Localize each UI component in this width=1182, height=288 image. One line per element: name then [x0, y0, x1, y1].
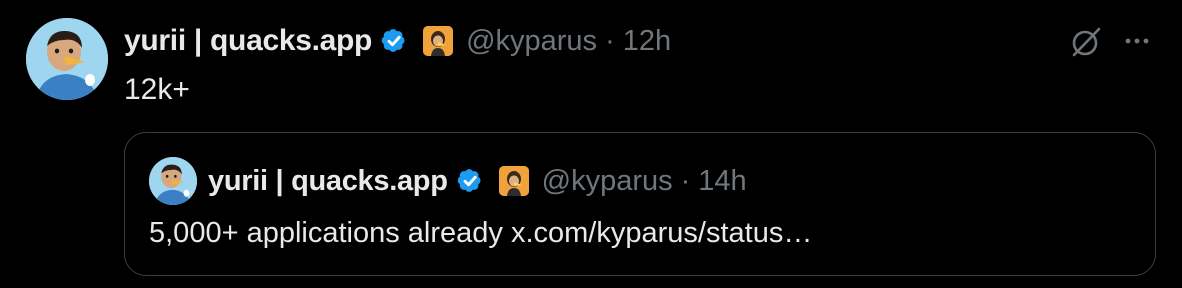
author-handle[interactable]: @kyparus: [466, 25, 597, 58]
affiliate-badge-icon[interactable]: [423, 26, 454, 56]
verified-badge-icon[interactable]: [379, 26, 409, 56]
quoted-avatar[interactable]: [149, 157, 197, 205]
timestamp[interactable]: 12h: [623, 25, 671, 58]
quoted-tweet[interactable]: yurii | quacks.app @kyparus · 14h 5,000+…: [124, 132, 1156, 276]
grok-icon[interactable]: [1068, 24, 1104, 60]
affiliate-badge-icon[interactable]: [498, 166, 529, 196]
tweet-header: yurii | quacks.app @kyparus · 12h: [124, 23, 671, 59]
separator-dot: ·: [605, 24, 615, 57]
verified-badge-icon[interactable]: [455, 166, 485, 196]
quoted-author-name[interactable]: yurii | quacks.app: [208, 165, 448, 198]
quoted-tweet-text: 5,000+ applications already x.com/kyparu…: [149, 217, 813, 249]
more-options-icon[interactable]: [1120, 24, 1154, 58]
quoted-tweet-header: yurii | quacks.app @kyparus · 14h: [208, 163, 747, 199]
author-name[interactable]: yurii | quacks.app: [124, 24, 372, 58]
tweet-text: 12k+: [124, 73, 190, 106]
separator-dot: ·: [680, 164, 691, 197]
quoted-timestamp[interactable]: 14h: [698, 165, 746, 198]
avatar[interactable]: [26, 18, 108, 100]
quoted-author-handle[interactable]: @kyparus: [542, 165, 673, 198]
